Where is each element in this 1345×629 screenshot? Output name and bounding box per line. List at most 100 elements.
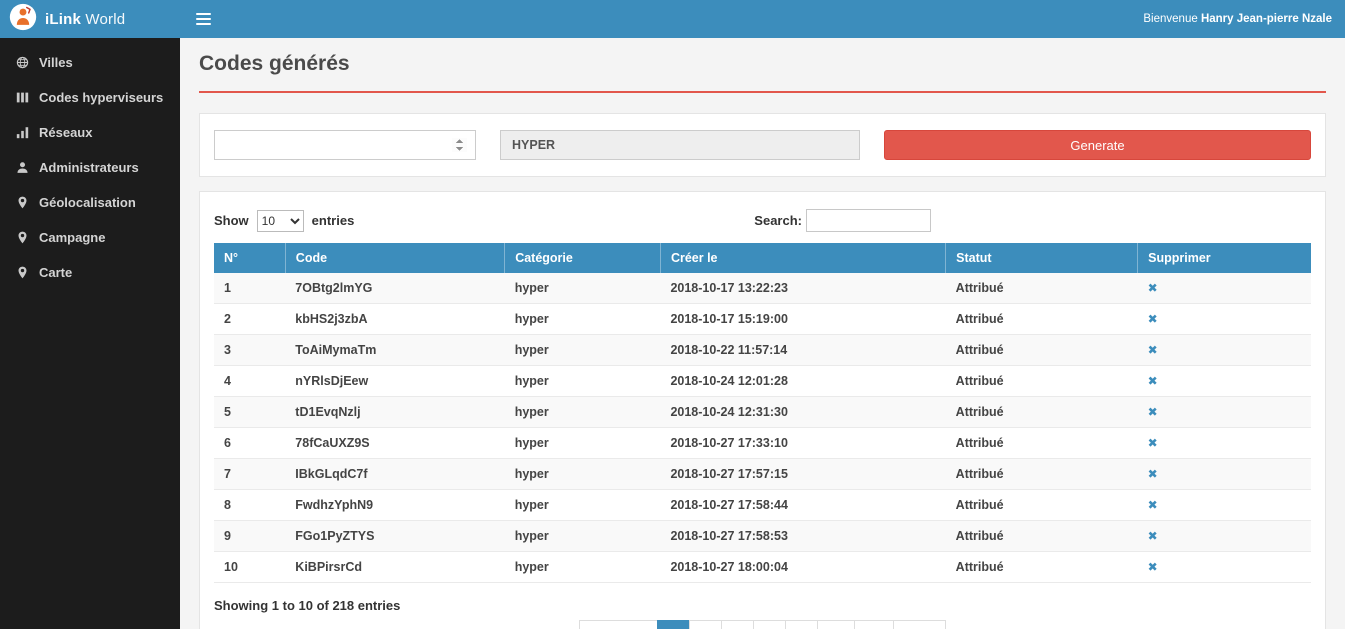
generate-button[interactable]: Generate <box>884 130 1311 160</box>
brand-light: World <box>85 11 125 28</box>
cell-category: hyper <box>505 366 661 397</box>
codes-table-panel: Show 10 entries Search: N° Code Catég <box>199 191 1326 629</box>
cell-status: Attribué <box>946 490 1138 521</box>
sidebar-item-label: Réseaux <box>39 125 92 140</box>
cell-num: 10 <box>214 552 285 583</box>
cell-created: 2018-10-24 12:31:30 <box>660 397 945 428</box>
sidebar-item-administrateurs[interactable]: Administrateurs <box>0 150 180 185</box>
cell-category: hyper <box>505 397 661 428</box>
col-header-num: N° <box>214 243 285 273</box>
pagination-page-2[interactable]: 2 <box>689 620 722 629</box>
delete-code-button[interactable]: ✖ <box>1148 560 1158 574</box>
map-marker-icon <box>15 196 29 210</box>
sidebar-item-label: Villes <box>39 55 73 70</box>
topbar-right-area: Bienvenue Hanry Jean-pierre Nzale <box>180 0 1345 38</box>
map-marker-icon <box>15 231 29 245</box>
delete-code-button[interactable]: ✖ <box>1148 529 1158 543</box>
sidebar-item-reseaux[interactable]: Réseaux <box>0 115 180 150</box>
cell-num: 4 <box>214 366 285 397</box>
delete-code-button[interactable]: ✖ <box>1148 405 1158 419</box>
sidebar-item-codes-hyperviseurs[interactable]: Codes hyperviseurs <box>0 80 180 115</box>
cell-code: 7OBtg2lmYG <box>285 273 504 304</box>
cell-created: 2018-10-27 17:57:15 <box>660 459 945 490</box>
codes-table: N° Code Catégorie Créer le Statut Suppri… <box>214 243 1311 583</box>
sidebar-item-geolocalisation[interactable]: Géolocalisation <box>0 185 180 220</box>
cell-code: FwdhzYphN9 <box>285 490 504 521</box>
codes-table-head: N° Code Catégorie Créer le Statut Suppri… <box>214 243 1311 273</box>
cell-status: Attribué <box>946 335 1138 366</box>
showing-info: Showing 1 to 10 of 218 entries <box>214 598 1311 613</box>
show-label: Show <box>214 213 249 228</box>
cell-status: Attribué <box>946 428 1138 459</box>
delete-code-button[interactable]: ✖ <box>1148 281 1158 295</box>
sidebar-item-campagne[interactable]: Campagne <box>0 220 180 255</box>
sidebar-item-label: Codes hyperviseurs <box>39 90 163 105</box>
cell-delete: ✖ <box>1138 335 1311 366</box>
cell-delete: ✖ <box>1138 304 1311 335</box>
pagination-previous[interactable]: Previous <box>579 620 658 629</box>
table-row: 2kbHS2j3zbAhyper2018-10-17 15:19:00Attri… <box>214 304 1311 335</box>
brand-bold: iLink <box>45 11 81 28</box>
cell-created: 2018-10-22 11:57:14 <box>660 335 945 366</box>
table-row: 4nYRlsDjEewhyper2018-10-24 12:01:28Attri… <box>214 366 1311 397</box>
delete-code-button[interactable]: ✖ <box>1148 374 1158 388</box>
cell-created: 2018-10-17 15:19:00 <box>660 304 945 335</box>
top-navbar: iLink World Bienvenue Hanry Jean-pierre … <box>0 0 1345 38</box>
delete-code-button[interactable]: ✖ <box>1148 343 1158 357</box>
page-title: Codes générés <box>199 52 1326 76</box>
cell-status: Attribué <box>946 397 1138 428</box>
pagination-page-1[interactable]: 1 <box>657 620 690 629</box>
bar-list-icon <box>15 91 29 105</box>
pagination-next[interactable]: Next <box>893 620 946 629</box>
sidebar-item-carte[interactable]: Carte <box>0 255 180 290</box>
main-content: Codes générés Generate Show 10 entries S… <box>180 38 1345 629</box>
cell-created: 2018-10-27 17:58:44 <box>660 490 945 521</box>
sidebar-toggle-button[interactable] <box>180 0 226 38</box>
delete-code-button[interactable]: ✖ <box>1148 498 1158 512</box>
brand[interactable]: iLink World <box>0 0 180 38</box>
welcome-user-name: Hanry Jean-pierre Nzale <box>1201 13 1332 25</box>
cell-num: 7 <box>214 459 285 490</box>
cell-delete: ✖ <box>1138 490 1311 521</box>
generate-form-panel: Generate <box>199 113 1326 177</box>
cell-num: 6 <box>214 428 285 459</box>
cell-category: hyper <box>505 490 661 521</box>
cell-code: tD1EvqNzlj <box>285 397 504 428</box>
cell-status: Attribué <box>946 552 1138 583</box>
cell-status: Attribué <box>946 521 1138 552</box>
table-row: 8FwdhzYphN9hyper2018-10-27 17:58:44Attri… <box>214 490 1311 521</box>
table-row: 5tD1EvqNzljhyper2018-10-24 12:31:30Attri… <box>214 397 1311 428</box>
quantity-input[interactable] <box>214 130 476 160</box>
table-row: 7IBkGLqdC7fhyper2018-10-27 17:57:15Attri… <box>214 459 1311 490</box>
cell-code: KiBPirsrCd <box>285 552 504 583</box>
page-length-control: Show 10 entries <box>214 210 354 232</box>
delete-code-button[interactable]: ✖ <box>1148 436 1158 450</box>
cell-delete: ✖ <box>1138 366 1311 397</box>
cell-status: Attribué <box>946 366 1138 397</box>
cell-delete: ✖ <box>1138 397 1311 428</box>
table-row: 3ToAiMymaTmhyper2018-10-22 11:57:14Attri… <box>214 335 1311 366</box>
sidebar-item-villes[interactable]: Villes <box>0 45 180 80</box>
sidebar-item-label: Campagne <box>39 230 105 245</box>
cell-code: FGo1PyZTYS <box>285 521 504 552</box>
hamburger-icon <box>196 13 211 15</box>
delete-code-button[interactable]: ✖ <box>1148 467 1158 481</box>
sidebar-item-label: Administrateurs <box>39 160 139 175</box>
category-input[interactable] <box>500 130 860 160</box>
cell-category: hyper <box>505 459 661 490</box>
entries-label: entries <box>312 213 355 228</box>
delete-code-button[interactable]: ✖ <box>1148 312 1158 326</box>
page-length-select[interactable]: 10 <box>257 210 304 232</box>
pagination-page-22[interactable]: 22 <box>854 620 894 629</box>
sidebar-menu: Villes Codes hyperviseurs Réseaux Administr… <box>0 38 180 290</box>
cell-category: hyper <box>505 304 661 335</box>
pagination-page-5[interactable]: 5 <box>785 620 818 629</box>
cell-code: nYRlsDjEew <box>285 366 504 397</box>
cell-category: hyper <box>505 273 661 304</box>
pagination-page-3[interactable]: 3 <box>721 620 754 629</box>
title-divider <box>199 91 1326 93</box>
search-input[interactable] <box>806 209 931 232</box>
col-header-delete: Supprimer <box>1138 243 1311 273</box>
pagination-page-4[interactable]: 4 <box>753 620 786 629</box>
welcome-prefix: Bienvenue <box>1143 13 1197 25</box>
